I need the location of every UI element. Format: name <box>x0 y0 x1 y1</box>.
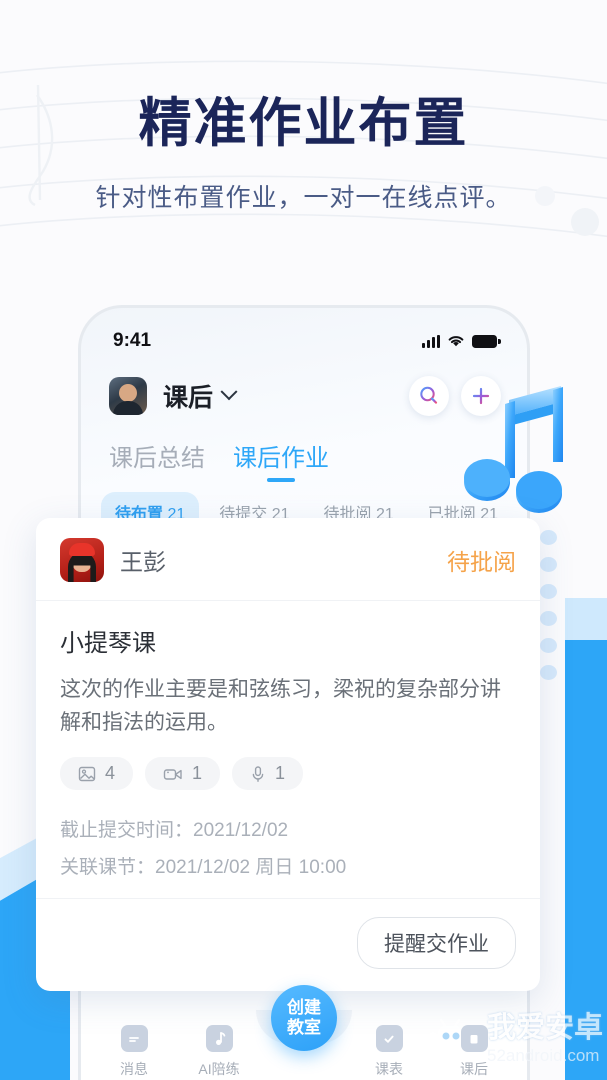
nav-label: AI陪练 <box>198 1061 240 1077</box>
attachment-count: 4 <box>105 763 116 784</box>
clipboard-icon <box>460 1025 488 1052</box>
nav-label: 课表 <box>375 1061 403 1077</box>
app-bar: 课后 <box>81 352 527 416</box>
avatar[interactable] <box>109 377 147 415</box>
message-icon <box>120 1025 148 1052</box>
calendar-check-icon <box>375 1025 403 1052</box>
nav-item-after-class[interactable]: 课后 <box>437 1025 511 1079</box>
background-right-bar-light <box>565 598 607 644</box>
hero-section: 精准作业布置 针对性布置作业，一对一在线点评。 <box>0 0 607 214</box>
page-subtitle: 针对性布置作业，一对一在线点评。 <box>95 183 512 212</box>
tab-course-summary[interactable]: 课后总结 <box>109 438 205 482</box>
video-icon <box>163 768 182 780</box>
tab-course-homework[interactable]: 课后作业 <box>233 438 329 482</box>
image-icon <box>78 766 96 781</box>
fab-line-2: 教室 <box>287 1018 321 1037</box>
wifi-icon <box>448 336 464 347</box>
homework-description: 这次的作业主要是和弦练习，梁祝的复杂部分讲解和指法的运用。 <box>60 678 501 734</box>
attachment-count: 1 <box>275 763 286 784</box>
background-right-bar <box>565 640 607 1080</box>
nav-item-schedule[interactable]: 课表 <box>352 1025 426 1079</box>
music-note-icon <box>205 1025 233 1052</box>
student-name: 王彭 <box>120 549 166 575</box>
status-badge: 待批阅 <box>447 549 516 575</box>
nav-label: 消息 <box>120 1061 148 1077</box>
remind-submit-button[interactable]: 提醒交作业 <box>357 917 516 970</box>
nav-item-messages[interactable]: 消息 <box>97 1025 171 1079</box>
search-button[interactable] <box>409 376 449 416</box>
homework-meta: 截止提交时间：2021/12/02 关联课节：2021/12/02 周日 10:… <box>60 810 516 884</box>
meta-linked-lesson: 关联课节：2021/12/02 周日 10:00 <box>60 857 347 879</box>
homework-card-header: 王彭 待批阅 <box>36 518 540 601</box>
signal-bars-icon <box>422 335 440 348</box>
attachment-chip-row: 4 1 1 <box>60 757 516 791</box>
status-bar: 9:41 <box>81 308 527 352</box>
chevron-down-icon[interactable] <box>220 383 238 401</box>
bottom-navigation: 消息 AI陪练 课表 课后 创建 教室 <box>81 985 527 1080</box>
meta-deadline: 截止提交时间：2021/12/02 <box>60 820 289 842</box>
nav-label: 课后 <box>460 1061 488 1077</box>
status-time: 9:41 <box>113 330 152 351</box>
tab-bar: 课后总结 课后作业 <box>81 416 527 482</box>
homework-card-body: 小提琴课 这次的作业主要是和弦练习，梁祝的复杂部分讲解和指法的运用。 4 1 1… <box>36 601 540 898</box>
page-title: 精准作业布置 <box>138 94 469 153</box>
create-classroom-button[interactable]: 创建 教室 <box>271 985 337 1051</box>
nav-item-ai-practice[interactable]: AI陪练 <box>182 1025 256 1079</box>
attachment-images[interactable]: 4 <box>60 757 134 791</box>
fab-line-1: 创建 <box>287 998 321 1018</box>
mic-icon <box>252 765 264 782</box>
homework-title: 小提琴课 <box>60 630 156 657</box>
add-button[interactable] <box>461 376 501 416</box>
attachment-videos[interactable]: 1 <box>145 757 221 791</box>
homework-card[interactable]: 王彭 待批阅 小提琴课 这次的作业主要是和弦练习，梁祝的复杂部分讲解和指法的运用… <box>36 518 540 992</box>
plus-icon <box>472 387 490 405</box>
appbar-title: 课后 <box>163 384 214 412</box>
avatar[interactable] <box>60 538 104 582</box>
battery-icon <box>472 335 501 348</box>
attachment-audio[interactable]: 1 <box>232 757 304 791</box>
attachment-count: 1 <box>192 763 203 784</box>
search-icon <box>420 386 438 404</box>
homework-card-footer: 提醒交作业 <box>36 898 540 991</box>
